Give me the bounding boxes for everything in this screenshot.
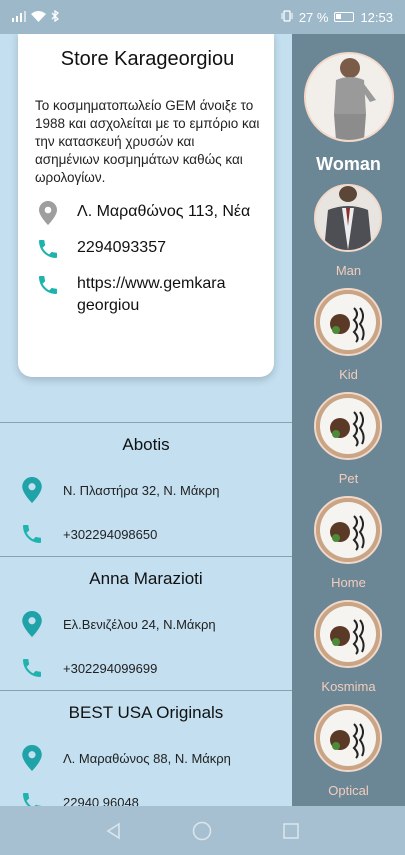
store-address: Ελ.Βενιζέλου 24, Ν.Μάκρη <box>63 616 216 632</box>
category-pet[interactable]: Pet <box>292 392 405 496</box>
battery-percent: 27 % <box>298 9 329 25</box>
category-label: Optical <box>328 783 369 798</box>
clock: 12:53 <box>360 9 393 25</box>
store-description: Το κοσμηματοπωλείο GEM άνοιξε το 1988 κα… <box>35 98 260 185</box>
category-label: Pet <box>338 471 359 486</box>
category-rail: Woman Man Kid Pet Home Kosmima Optical <box>292 34 405 806</box>
food-plate-photo-icon <box>314 392 382 460</box>
status-bar: 27 % 12:53 <box>0 0 405 34</box>
recents-icon[interactable] <box>280 820 302 842</box>
category-label: Man <box>335 263 362 278</box>
category-kosmima[interactable]: Kosmima <box>292 600 405 704</box>
battery-icon <box>334 12 355 22</box>
back-icon[interactable] <box>103 820 125 842</box>
signal-icon <box>12 10 26 25</box>
store-item[interactable]: Abotis Ν. Πλαστήρα 32, Ν. Μάκρη +3022940… <box>0 422 292 556</box>
category-label: Home <box>331 575 366 590</box>
store-address: Λ. Μαραθώνος 88, Ν. Μάκρη <box>63 750 231 766</box>
location-icon <box>20 745 44 771</box>
category-optical[interactable]: Optical <box>292 704 405 806</box>
store-phone[interactable]: 22940 96048 <box>63 795 139 807</box>
food-plate-photo-icon <box>314 600 382 668</box>
phone-icon <box>35 273 61 297</box>
food-plate-photo-icon <box>314 288 382 356</box>
store-title: Store Karageorgiou <box>60 48 235 70</box>
food-plate-photo-icon <box>314 704 382 772</box>
wifi-icon <box>31 10 46 25</box>
category-label: Kosmima <box>321 679 376 694</box>
store-website[interactable]: https://www.gemkarageorgiou <box>77 273 227 317</box>
store-address[interactable]: Λ. Μαραθώνος 113, Νέα <box>77 201 252 223</box>
store-phone[interactable]: +302294099699 <box>63 661 157 676</box>
woman-photo-icon <box>304 52 394 142</box>
home-icon[interactable] <box>191 820 213 842</box>
man-photo-icon <box>314 184 382 252</box>
store-item[interactable]: BEST USA Originals Λ. Μαραθώνος 88, Ν. Μ… <box>0 690 292 806</box>
store-name: Anna Marazioti <box>89 569 203 588</box>
store-list[interactable]: Store Karageorgiou Το κοσμηματοπωλείο GE… <box>0 34 292 806</box>
category-man[interactable]: Man <box>292 184 405 288</box>
vibrate-icon <box>281 9 293 25</box>
store-name: BEST USA Originals <box>68 703 224 722</box>
location-icon <box>20 477 44 503</box>
store-name: Abotis <box>122 435 170 454</box>
category-label: Kid <box>339 367 358 382</box>
navigation-bar <box>0 806 405 855</box>
location-icon <box>20 611 44 637</box>
store-address: Ν. Πλαστήρα 32, Ν. Μάκρη <box>63 482 220 498</box>
phone-icon <box>20 521 44 547</box>
category-kid[interactable]: Kid <box>292 288 405 392</box>
store-detail-card: Store Karageorgiou Το κοσμηματοπωλείο GE… <box>18 34 274 377</box>
store-phone[interactable]: 2294093357 <box>77 237 166 259</box>
bluetooth-icon <box>51 9 60 25</box>
phone-icon <box>35 237 61 261</box>
phone-icon <box>20 789 44 806</box>
category-home[interactable]: Home <box>292 496 405 600</box>
location-icon <box>35 201 61 225</box>
store-item[interactable]: Anna Marazioti Ελ.Βενιζέλου 24, Ν.Μάκρη … <box>0 556 292 690</box>
category-label: Woman <box>316 154 381 174</box>
category-woman[interactable]: Woman <box>292 34 405 184</box>
phone-icon <box>20 655 44 681</box>
store-phone[interactable]: +302294098650 <box>63 527 157 542</box>
food-plate-photo-icon <box>314 496 382 564</box>
